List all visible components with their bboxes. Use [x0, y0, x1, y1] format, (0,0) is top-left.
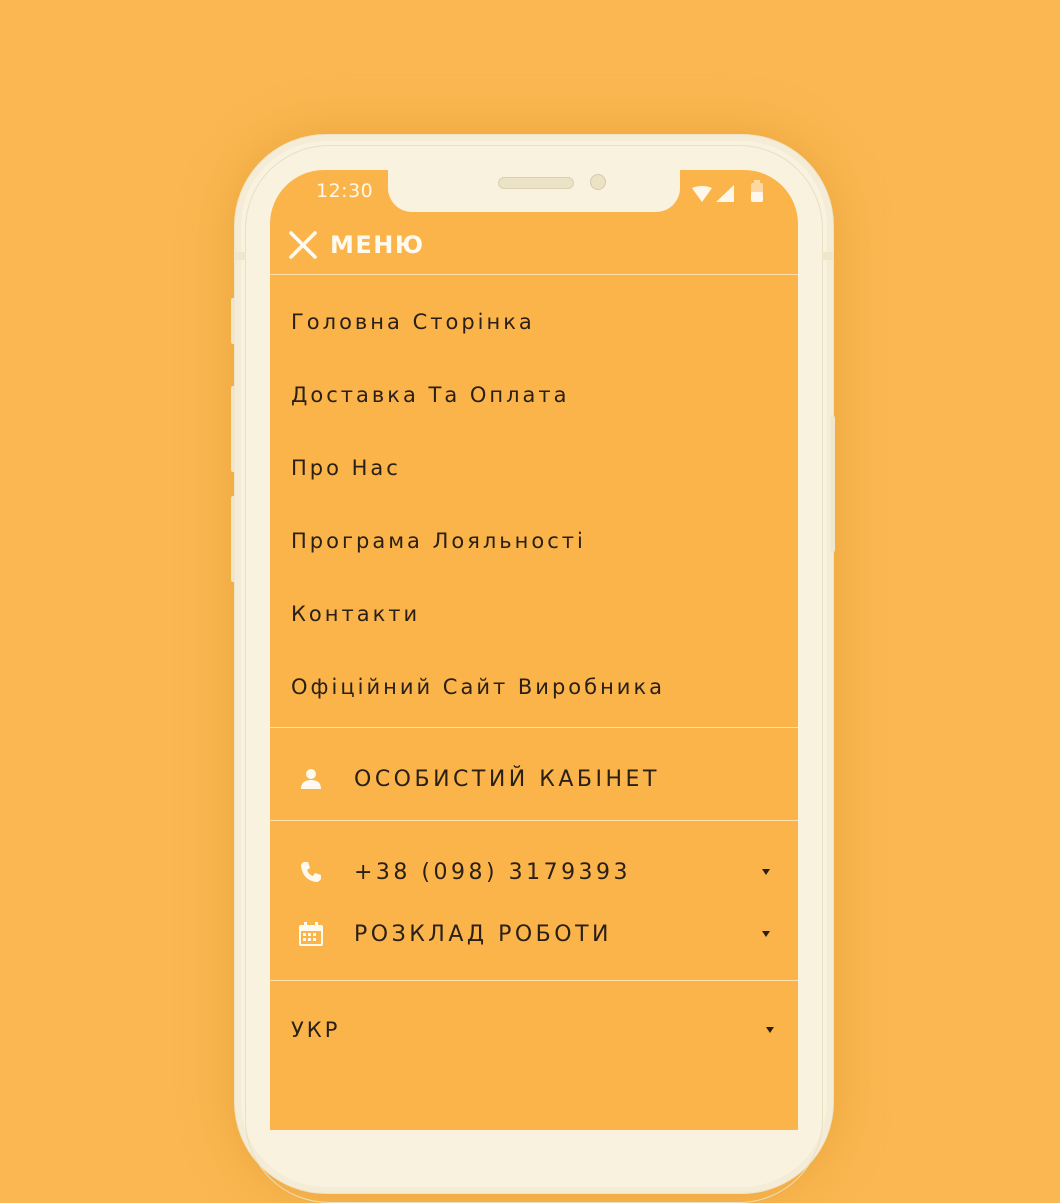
nav-item-loyalty[interactable]: Програма Лояльності — [270, 505, 798, 578]
volume-button-down — [231, 496, 235, 582]
chevron-down-icon[interactable] — [762, 931, 770, 937]
schedule-label: РОЗКЛАД РОБОТИ — [354, 921, 612, 947]
nav-item-home[interactable]: Головна Сторінка — [270, 286, 798, 359]
wifi-icon — [692, 186, 712, 202]
language-label: УКР — [291, 1018, 341, 1042]
nav-list: Головна Сторінка Доставка Та Оплата Про … — [270, 286, 798, 724]
schedule-dropdown[interactable]: РОЗКЛАД РОБОТИ — [270, 914, 798, 954]
divider — [270, 727, 798, 728]
nav-item-about[interactable]: Про Нас — [270, 432, 798, 505]
phone-dropdown[interactable]: +38 (098) 3179393 — [270, 852, 798, 892]
user-icon — [298, 766, 324, 792]
frame-marker-right — [822, 252, 834, 260]
status-icons — [692, 180, 764, 202]
speaker-grille — [498, 177, 574, 189]
chevron-down-icon[interactable] — [762, 869, 770, 875]
frame-marker-left — [234, 252, 246, 260]
nav-item-contacts[interactable]: Контакти — [270, 578, 798, 651]
power-button — [831, 416, 835, 552]
status-time: 12:30 — [316, 180, 374, 202]
phone-icon — [298, 859, 324, 885]
menu-header: МЕНЮ — [270, 218, 798, 275]
close-icon[interactable] — [288, 230, 318, 260]
language-selector[interactable]: УКР — [270, 1010, 798, 1050]
divider — [270, 820, 798, 821]
divider — [270, 980, 798, 981]
phone-notch — [388, 170, 680, 212]
volume-button-up — [231, 386, 235, 472]
nav-item-delivery-payment[interactable]: Доставка Та Оплата — [270, 359, 798, 432]
account-label: ОСОБИСТИЙ КАБІНЕТ — [354, 766, 660, 792]
phone-screen: 12:30 МЕНЮ Головна Сторінка Доставка Та … — [270, 170, 798, 1130]
front-camera — [590, 174, 606, 190]
battery-icon — [751, 180, 763, 202]
volume-button-top — [231, 298, 235, 344]
signal-icon — [716, 185, 734, 202]
chevron-down-icon[interactable] — [766, 1027, 774, 1033]
calendar-icon — [298, 921, 324, 947]
account-link[interactable]: ОСОБИСТИЙ КАБІНЕТ — [270, 759, 798, 799]
menu-title: МЕНЮ — [330, 231, 425, 259]
nav-item-manufacturer-site[interactable]: Офіційний Сайт Виробника — [270, 651, 798, 724]
phone-number: +38 (098) 3179393 — [354, 859, 632, 885]
